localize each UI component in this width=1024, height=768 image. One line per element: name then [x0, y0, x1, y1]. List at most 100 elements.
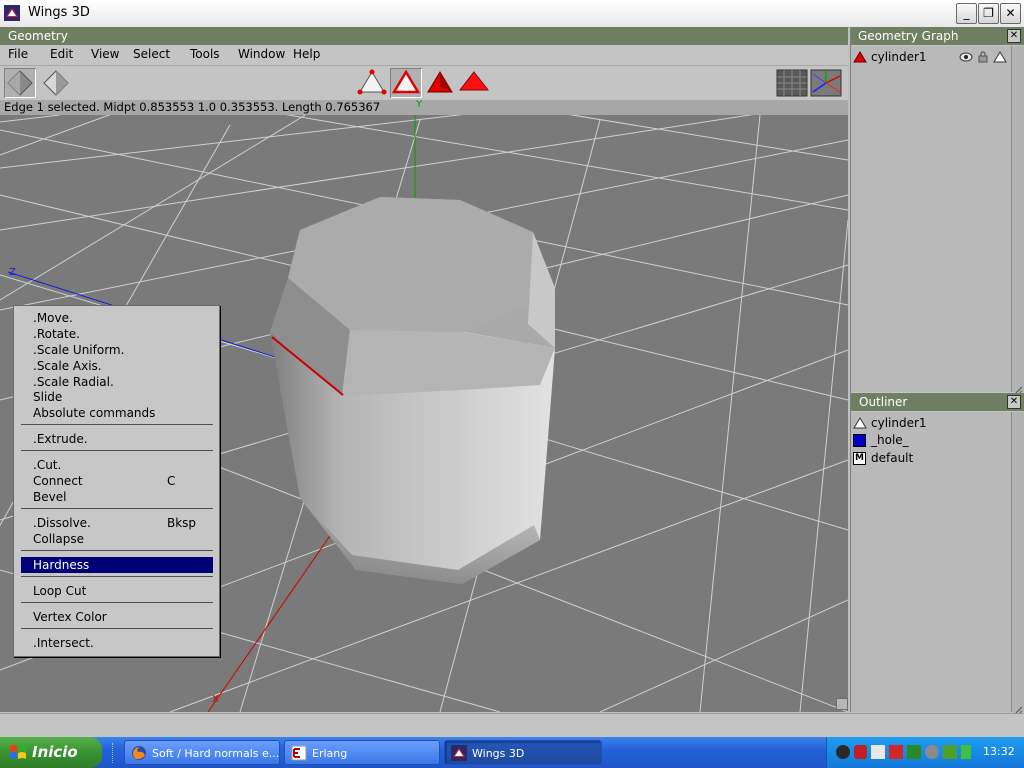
menu-file[interactable]: File	[8, 47, 28, 61]
lock-icon[interactable]	[977, 51, 989, 63]
outliner-item-default[interactable]: default	[871, 451, 913, 465]
task-firefox[interactable]: Soft / Hard normals e...	[124, 740, 280, 765]
menu-separator	[21, 628, 213, 629]
menu-item-dissolve[interactable]: .Dissolve.	[33, 516, 91, 530]
start-label: Inicio	[32, 743, 78, 761]
menu-item-scale-uniform[interactable]: .Scale Uniform.	[33, 343, 124, 357]
geometry-graph-scrollbar[interactable]	[1011, 46, 1024, 396]
geometry-graph-title: Geometry Graph	[851, 27, 1024, 45]
menu-item-collapse[interactable]: Collapse	[33, 532, 84, 546]
menu-item-scale-radial[interactable]: .Scale Radial.	[33, 375, 114, 389]
status-line: Edge 1 selected. Midpt 0.853553 1.0 0.35…	[0, 100, 848, 115]
app-tray-icon[interactable]	[907, 745, 921, 759]
menu-tools[interactable]: Tools	[190, 47, 220, 61]
clock[interactable]: 13:32	[983, 745, 1015, 758]
wire-triangle-icon[interactable]	[993, 51, 1007, 63]
maximize-button[interactable]: ❐	[978, 3, 999, 24]
toolbar	[0, 66, 848, 100]
title-bar: Wings 3D _ ❐ ✕	[0, 0, 1024, 28]
network-tray-icon[interactable]	[836, 745, 850, 759]
outliner-close-icon[interactable]: ✕	[1007, 395, 1021, 409]
nvidia-tray-icon[interactable]	[943, 745, 957, 759]
wings-icon	[451, 745, 467, 761]
menu-item-slide[interactable]: Slide	[33, 390, 62, 404]
menu-item-cut[interactable]: .Cut.	[33, 458, 61, 472]
start-button[interactable]: Inicio	[0, 737, 102, 768]
edge-context-menu: .Move. .Rotate. .Scale Uniform. .Scale A…	[13, 305, 220, 657]
x-axis-label: X	[212, 694, 219, 705]
wings-app-icon[interactable]	[4, 5, 20, 21]
menu-item-connect[interactable]: Connect	[33, 474, 83, 488]
axes-icon	[810, 69, 842, 97]
minimize-button[interactable]: _	[956, 3, 977, 24]
show-axes-button[interactable]	[810, 68, 842, 98]
menu-item-scale-axis[interactable]: .Scale Axis.	[33, 359, 102, 373]
outliner-item-cylinder[interactable]: cylinder1	[871, 416, 927, 430]
flat-shading-button[interactable]	[40, 68, 72, 98]
outliner-title-text: Outliner	[859, 395, 908, 409]
outliner-item-hole[interactable]: _hole_	[871, 433, 909, 447]
menu-window[interactable]: Window	[238, 47, 285, 61]
menu-item-bevel[interactable]: Bevel	[33, 490, 66, 504]
menu-separator	[21, 450, 213, 451]
task-erlang[interactable]: Erlang	[284, 740, 440, 765]
antivirus-tray-icon[interactable]	[854, 745, 867, 759]
menu-help[interactable]: Help	[293, 47, 320, 61]
menu-shortcut-dissolve: Bksp	[167, 516, 197, 530]
face-select-icon	[427, 71, 453, 93]
menu-item-absolute-commands[interactable]: Absolute commands	[33, 406, 155, 420]
menu-shortcut-connect: C	[167, 474, 176, 488]
menu-item-extrude[interactable]: .Extrude.	[33, 432, 88, 446]
grid-icon	[776, 69, 808, 97]
outliner-panel: cylinder1 _hole_ M default	[851, 412, 1011, 712]
menu-item-intersect[interactable]: .Intersect.	[33, 636, 94, 650]
outliner-scrollbar[interactable]	[1011, 412, 1024, 716]
flat-shading-icon	[43, 70, 69, 96]
menu-bar: File Edit View Select Tools Window Help	[0, 45, 848, 66]
windows-logo-icon	[10, 745, 26, 759]
taskbar-grip[interactable]	[112, 743, 116, 763]
erlang-icon	[291, 745, 307, 761]
menu-view[interactable]: View	[91, 47, 119, 61]
ground-plane-button[interactable]	[776, 68, 808, 98]
task-wings3d[interactable]: Wings 3D	[444, 740, 602, 765]
vertex-mode-button[interactable]	[356, 68, 388, 98]
menu-item-hardness[interactable]: Hardness	[33, 558, 89, 572]
task-wings3d-label: Wings 3D	[472, 747, 525, 760]
viewport-resize-handle[interactable]	[836, 698, 848, 710]
cylinder1-mesh	[270, 197, 555, 584]
acrobat-tray-icon[interactable]	[889, 745, 903, 759]
face-mode-button[interactable]	[424, 68, 456, 98]
menu-edit[interactable]: Edit	[50, 47, 73, 61]
menu-item-move[interactable]: .Move.	[33, 311, 73, 325]
visibility-eye-icon[interactable]	[959, 51, 973, 63]
geometry-graph-close-icon[interactable]: ✕	[1007, 29, 1021, 43]
body-mode-button[interactable]	[458, 68, 490, 98]
update-tray-icon[interactable]	[925, 745, 939, 759]
task-firefox-label: Soft / Hard normals e...	[152, 747, 280, 760]
device-tray-icon[interactable]	[871, 745, 885, 759]
task-erlang-label: Erlang	[312, 747, 348, 760]
hole-material-icon	[853, 434, 866, 447]
menu-item-loop-cut[interactable]: Loop Cut	[33, 584, 86, 598]
edge-select-icon	[391, 69, 421, 94]
menu-item-rotate[interactable]: .Rotate.	[33, 327, 80, 341]
resize-grip-icon[interactable]	[1013, 381, 1023, 396]
outliner-title: Outliner	[851, 393, 1024, 411]
edge-mode-button[interactable]	[390, 68, 422, 98]
resize-grip-icon[interactable]	[1013, 701, 1023, 716]
close-button[interactable]: ✕	[1000, 3, 1021, 24]
smooth-preview-button[interactable]	[4, 68, 36, 98]
object-icon	[853, 417, 867, 429]
y-axis-label: Y	[416, 100, 423, 110]
menu-select[interactable]: Select	[133, 47, 170, 61]
battery-tray-icon[interactable]	[961, 745, 971, 759]
menu-item-vertex-color[interactable]: Vertex Color	[33, 610, 107, 624]
menu-separator	[21, 550, 213, 551]
menu-separator	[21, 602, 213, 603]
message-bar	[0, 713, 1024, 738]
body-select-icon	[458, 71, 490, 91]
graph-object-name[interactable]: cylinder1	[871, 50, 927, 64]
vertex-select-icon	[357, 69, 387, 95]
material-icon: M	[853, 452, 866, 465]
